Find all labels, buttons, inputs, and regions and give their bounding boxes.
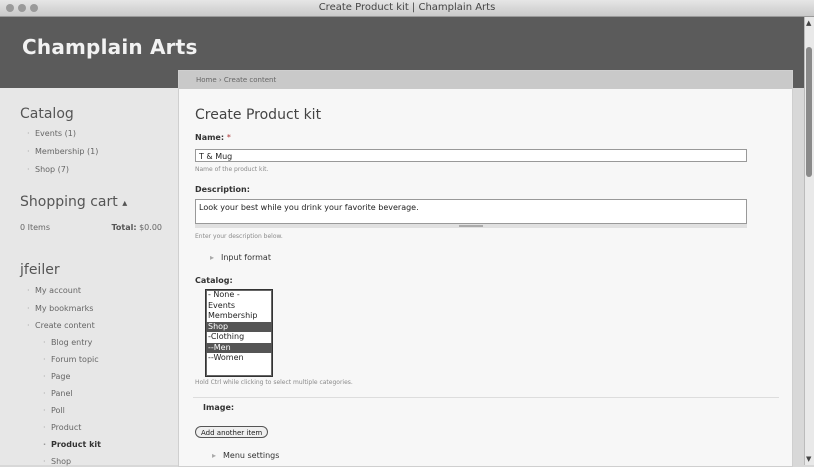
- catalog-option-shop[interactable]: Shop: [206, 321, 272, 332]
- catalog-option-clothing[interactable]: -Clothing: [206, 332, 272, 343]
- cart-total-value: $0.00: [139, 223, 162, 232]
- image-label: Image:: [203, 403, 235, 412]
- scroll-down-arrow-icon[interactable]: ▼: [806, 455, 811, 463]
- sidebar-item-panel[interactable]: Panel: [43, 389, 72, 398]
- window-controls[interactable]: [6, 4, 38, 12]
- catalog-block-title: Catalog: [20, 106, 74, 122]
- cart-total: Total: $0.00: [111, 223, 162, 232]
- sidebar-item-product[interactable]: Product: [43, 423, 81, 432]
- vertical-scrollbar[interactable]: ▲ ▼: [804, 17, 814, 465]
- catalog-option-events[interactable]: Events: [206, 301, 272, 312]
- image-fieldset: [193, 397, 779, 466]
- page-title: Create Product kit: [195, 107, 322, 123]
- catalog-option-men[interactable]: --Men: [206, 342, 272, 353]
- scroll-up-arrow-icon[interactable]: ▲: [806, 19, 811, 27]
- window-title: Create Product kit | Champlain Arts: [318, 2, 496, 13]
- cart-items-count: 0 Items: [20, 223, 51, 232]
- chevron-up-icon[interactable]: ▴: [122, 198, 127, 209]
- site-name[interactable]: Champlain Arts: [22, 35, 198, 59]
- sidebar-item-page[interactable]: Page: [43, 372, 71, 381]
- description-textarea[interactable]: Look your best while you drink your favo…: [195, 199, 747, 224]
- catalog-option-women[interactable]: --Women: [206, 353, 272, 364]
- sidebar-item-my-account[interactable]: My account: [27, 286, 81, 295]
- cart-total-label: Total:: [111, 223, 137, 232]
- minimize-window-icon[interactable]: [18, 4, 26, 12]
- add-another-item-button[interactable]: Add another item: [195, 426, 269, 438]
- close-window-icon[interactable]: [6, 4, 14, 12]
- catalog-option-none[interactable]: - None -: [206, 290, 272, 301]
- user-block-title: jfeiler: [20, 262, 60, 278]
- catalog-label: Catalog:: [195, 276, 233, 285]
- sidebar-item-my-bookmarks[interactable]: My bookmarks: [27, 304, 94, 313]
- sidebar-item-poll[interactable]: Poll: [43, 406, 65, 415]
- sidebar-item-events[interactable]: Events (1): [27, 129, 76, 138]
- shopping-cart-title[interactable]: Shopping cart ▴: [20, 194, 127, 210]
- name-help: Name of the product kit.: [195, 166, 269, 173]
- catalog-option-membership[interactable]: Membership: [206, 311, 272, 322]
- window-titlebar: Create Product kit | Champlain Arts: [0, 0, 814, 17]
- shopping-cart-label: Shopping cart: [20, 194, 118, 210]
- name-label: Name: *: [195, 133, 231, 142]
- scrollbar-thumb[interactable]: [806, 47, 812, 177]
- name-label-text: Name:: [195, 133, 225, 142]
- menu-settings-toggle[interactable]: Menu settings: [212, 451, 280, 460]
- catalog-help: Hold Ctrl while clicking to select multi…: [195, 379, 353, 386]
- input-format-toggle[interactable]: Input format: [210, 253, 271, 262]
- breadcrumb[interactable]: Home › Create content: [179, 71, 792, 89]
- description-help: Enter your description below.: [195, 233, 283, 240]
- sidebar: Catalog Events (1) Membership (1) Shop (…: [0, 88, 178, 466]
- sidebar-item-create-content[interactable]: Create content: [27, 321, 95, 330]
- main-content: Home › Create content Create Product kit…: [178, 70, 793, 467]
- zoom-window-icon[interactable]: [30, 4, 38, 12]
- sidebar-item-product-kit[interactable]: Product kit: [43, 440, 101, 449]
- name-input[interactable]: T & Mug: [195, 149, 747, 162]
- sidebar-item-shop[interactable]: Shop (7): [27, 165, 69, 174]
- catalog-multiselect[interactable]: - None - Events Membership Shop -Clothin…: [205, 289, 273, 377]
- description-label: Description:: [195, 185, 250, 194]
- required-marker: *: [226, 133, 231, 142]
- sidebar-item-membership[interactable]: Membership (1): [27, 147, 98, 156]
- sidebar-item-blog-entry[interactable]: Blog entry: [43, 338, 92, 347]
- sidebar-item-forum-topic[interactable]: Forum topic: [43, 355, 99, 364]
- cart-summary: 0 Items Total: $0.00: [20, 223, 162, 232]
- textarea-resize-grip[interactable]: [195, 224, 747, 228]
